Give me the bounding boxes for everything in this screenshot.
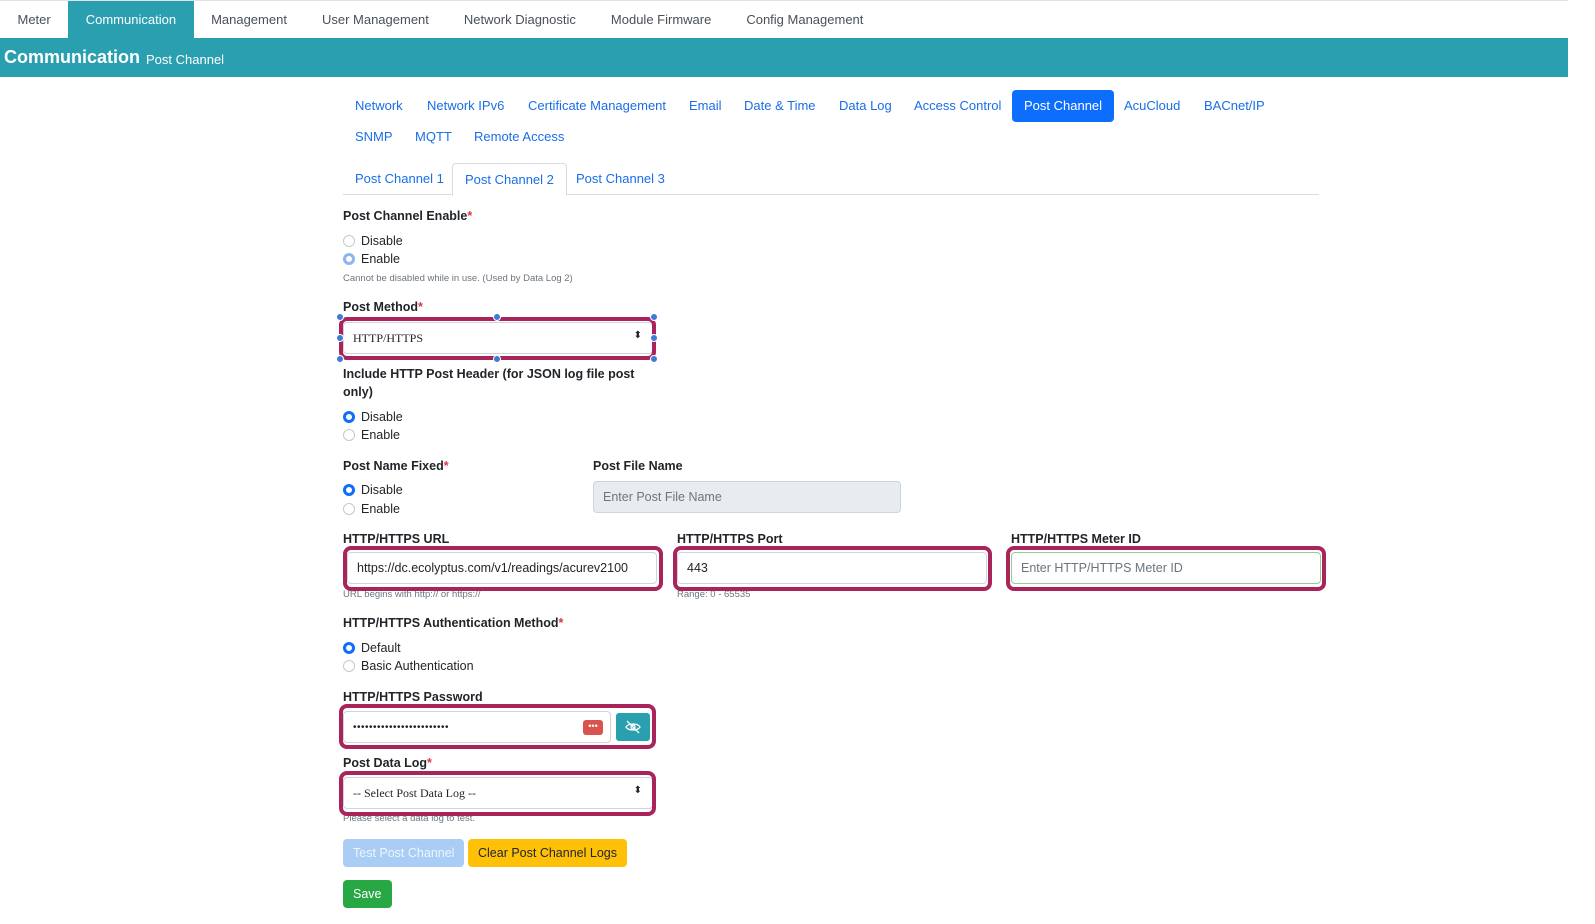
tab-access-control[interactable]: Access Control <box>902 90 1013 122</box>
radio-disable[interactable] <box>343 411 355 423</box>
radio-default[interactable] <box>343 642 355 654</box>
url-input[interactable]: https://dc.ecolyptus.com/v1/readings/acu… <box>347 552 657 584</box>
topnav-meter[interactable]: Meter <box>0 1 68 38</box>
tab-network-ipv6[interactable]: Network IPv6 <box>415 90 516 122</box>
post-file-name-input[interactable]: Enter Post File Name <box>593 481 901 513</box>
enable-help-text: Cannot be disabled while in use. (Used b… <box>343 273 573 284</box>
enable-option-enable[interactable]: Enable <box>343 252 400 266</box>
topnav-user-management[interactable]: User Management <box>304 1 446 38</box>
test-post-channel-button[interactable]: Test Post Channel <box>343 839 465 867</box>
name-fixed-option-disable[interactable]: Disable <box>343 483 403 497</box>
resize-handle[interactable] <box>650 355 658 363</box>
tab-remote-access[interactable]: Remote Access <box>462 121 576 153</box>
post-header-label: Include HTTP Post Header (for JSON log f… <box>343 367 635 381</box>
resize-handle[interactable] <box>493 355 501 363</box>
resize-handle[interactable] <box>336 355 344 363</box>
radio-disable[interactable] <box>343 235 355 247</box>
tab-data-log[interactable]: Data Log <box>827 90 904 122</box>
resize-handle[interactable] <box>650 334 658 342</box>
auth-option-default[interactable]: Default <box>343 641 401 655</box>
toggle-password-visibility-button[interactable] <box>616 713 650 741</box>
enable-option-disable[interactable]: Disable <box>343 234 403 248</box>
tab-bacnet-ip[interactable]: BACnet/IP <box>1192 90 1277 122</box>
header-option-enable[interactable]: Enable <box>343 428 400 442</box>
post-file-name-label: Post File Name <box>593 459 683 473</box>
password-label: HTTP/HTTPS Password <box>343 690 483 704</box>
topnav-module-firmware[interactable]: Module Firmware <box>593 1 728 38</box>
page-title: Communication <box>4 47 141 67</box>
select-caret-icon: ⬍ <box>633 330 642 341</box>
url-help-text: URL begins with http:// or https:// <box>343 589 481 600</box>
port-help-text: Range: 0 - 65535 <box>677 589 751 600</box>
header-option-disable[interactable]: Disable <box>343 410 403 424</box>
tab-post-channel-2[interactable]: Post Channel 2 <box>452 163 567 196</box>
tab-email[interactable]: Email <box>677 90 734 122</box>
port-input[interactable]: 443 <box>677 552 987 584</box>
name-fixed-option-enable[interactable]: Enable <box>343 502 400 516</box>
radio-disable[interactable] <box>343 484 355 496</box>
tab-snmp[interactable]: SNMP <box>343 121 405 153</box>
radio-enable[interactable] <box>343 253 355 265</box>
resize-handle[interactable] <box>336 313 344 321</box>
tab-certificate-management[interactable]: Certificate Management <box>516 90 678 122</box>
data-log-help-text: Please select a data log to test. <box>343 813 476 824</box>
eye-slash-icon <box>625 720 641 734</box>
post-data-log-label: Post Data Log* <box>343 756 432 770</box>
page-subtitle: Post Channel <box>146 52 225 67</box>
url-label: HTTP/HTTPS URL <box>343 532 450 546</box>
topnav-management[interactable]: Management <box>194 1 305 38</box>
post-data-log-select[interactable]: -- Select Post Data Log -- ⬍ <box>343 777 653 809</box>
top-nav: Meter Communication Management User Mana… <box>0 0 1568 38</box>
auth-option-basic[interactable]: Basic Authentication <box>343 659 474 673</box>
page-banner: Communication Post Channel <box>0 38 1568 77</box>
tab-mqtt[interactable]: MQTT <box>403 121 464 153</box>
radio-enable[interactable] <box>343 429 355 441</box>
meter-id-label: HTTP/HTTPS Meter ID <box>1011 532 1141 546</box>
post-channel-tabs: Post Channel 1 Post Channel 2 Post Chann… <box>343 163 1319 196</box>
select-caret-icon: ⬍ <box>633 785 642 796</box>
topnav-network-diagnostic[interactable]: Network Diagnostic <box>446 1 593 38</box>
tab-post-channel-1[interactable]: Post Channel 1 <box>343 163 456 195</box>
password-manager-icon[interactable]: ••• <box>583 720 603 735</box>
save-button[interactable]: Save <box>343 880 392 908</box>
resize-handle[interactable] <box>493 313 501 321</box>
post-method-label: Post Method* <box>343 300 423 314</box>
post-method-select[interactable]: HTTP/HTTPS ⬍ <box>343 322 653 354</box>
resize-handle[interactable] <box>336 334 344 342</box>
tab-post-channel-3[interactable]: Post Channel 3 <box>564 163 677 195</box>
auth-method-label: HTTP/HTTPS Authentication Method* <box>343 616 564 630</box>
radio-enable[interactable] <box>343 503 355 515</box>
radio-basic-authentication[interactable] <box>343 660 355 672</box>
tab-acucloud[interactable]: AcuCloud <box>1112 90 1192 122</box>
tab-post-channel[interactable]: Post Channel <box>1012 90 1115 122</box>
post-name-fixed-label: Post Name Fixed* <box>343 459 449 473</box>
post-channel-enable-label: Post Channel Enable* <box>343 209 473 223</box>
clear-post-channel-logs-button[interactable]: Clear Post Channel Logs <box>468 839 627 867</box>
topnav-communication[interactable]: Communication <box>68 1 194 38</box>
resize-handle[interactable] <box>650 313 658 321</box>
password-input[interactable]: •••••••••••••••••••••••• <box>343 711 611 743</box>
post-header-label-line2: only) <box>343 385 373 399</box>
tab-date-time[interactable]: Date & Time <box>732 90 828 122</box>
meter-id-input[interactable]: Enter HTTP/HTTPS Meter ID <box>1011 552 1321 584</box>
port-label: HTTP/HTTPS Port <box>677 532 783 546</box>
topnav-config-management[interactable]: Config Management <box>729 1 881 38</box>
tab-network[interactable]: Network <box>343 90 415 122</box>
